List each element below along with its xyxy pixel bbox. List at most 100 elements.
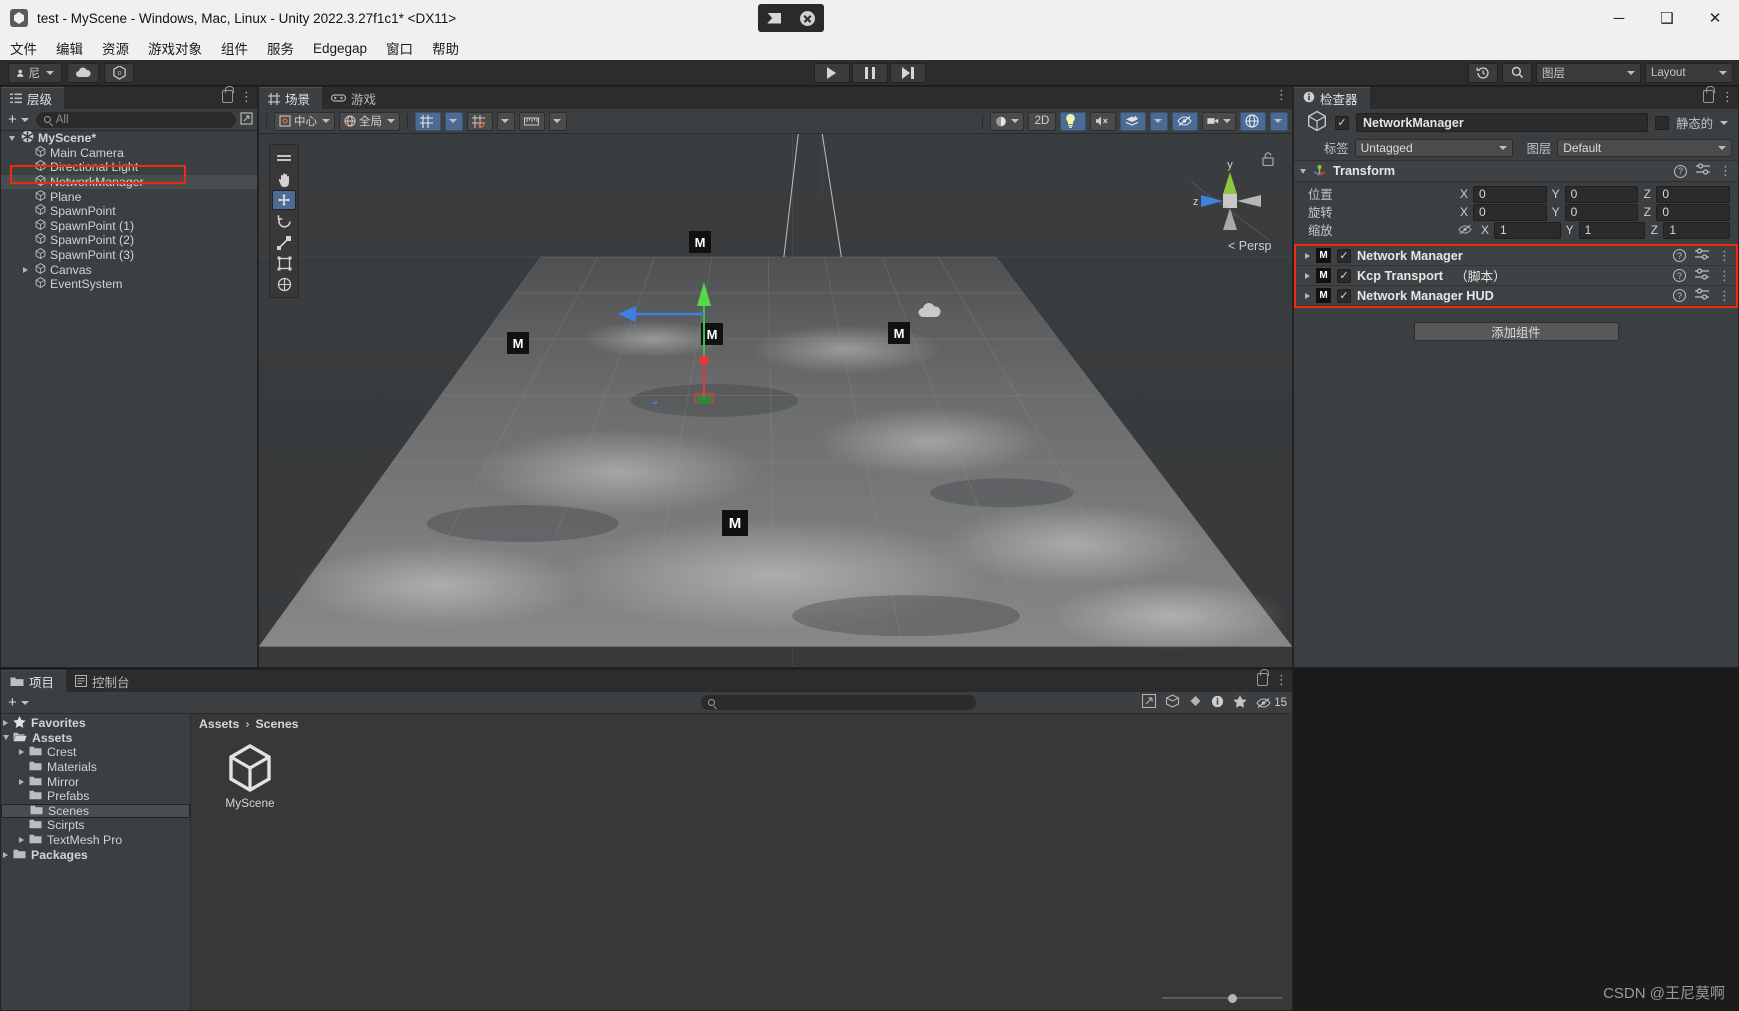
hierarchy-item-eventsystem[interactable]: EventSystem <box>1 277 257 292</box>
chevron-right-icon[interactable] <box>1305 252 1310 259</box>
project-tree-item-favorites[interactable]: Favorites <box>1 715 190 731</box>
filter-by-label-icon[interactable] <box>1211 695 1224 711</box>
chevron-right-icon[interactable] <box>1305 272 1310 279</box>
breadcrumb-item-scenes[interactable]: Scenes <box>255 717 298 731</box>
hierarchy-item-canvas[interactable]: Canvas <box>1 262 257 277</box>
hand-tool[interactable] <box>272 169 296 189</box>
transform-1-z-input[interactable]: 0 <box>1656 203 1731 221</box>
step-button[interactable] <box>889 62 926 83</box>
hierarchy-list[interactable]: MyScene* Main Camera Directional Light Netw… <box>1 131 257 667</box>
flag-icon[interactable] <box>767 12 782 24</box>
component-enabled-checkbox[interactable]: ✓ <box>1337 248 1351 263</box>
transform-0-y-input[interactable]: 0 <box>1564 185 1639 203</box>
hierarchy-search-input[interactable]: All <box>35 111 236 128</box>
project-tree-item-packages[interactable]: Packages <box>1 847 190 862</box>
inspector-menu-icon[interactable]: ⋮ <box>1721 90 1734 103</box>
component-row-network-manager-hud[interactable]: M ✓ Network Manager HUD? ⋮ <box>1296 286 1736 306</box>
component-row-network-manager[interactable]: M ✓ Network Manager? ⋮ <box>1296 246 1736 266</box>
transform-2-x-input[interactable]: 1 <box>1494 221 1561 239</box>
component-enabled-checkbox[interactable]: ✓ <box>1337 268 1351 283</box>
gameobject-name-field[interactable]: NetworkManager <box>1356 113 1649 132</box>
tab-console[interactable]: 控制台 <box>66 670 142 692</box>
component-menu-icon[interactable]: ⋮ <box>1718 269 1731 282</box>
tab-project[interactable]: 项目 <box>1 670 67 692</box>
tag-dropdown[interactable]: Untagged <box>1354 139 1513 157</box>
transform-2-y-input[interactable]: 1 <box>1578 221 1646 239</box>
rotate-tool[interactable] <box>272 211 296 231</box>
gizmo-lock-icon[interactable] <box>1262 152 1274 169</box>
transform-1-x-input[interactable]: 0 <box>1473 203 1547 221</box>
tab-inspector[interactable]: 检查器 <box>1294 87 1370 109</box>
preset-icon[interactable] <box>1695 267 1709 284</box>
hierarchy-menu-icon[interactable]: ⋮ <box>240 90 253 103</box>
grid-snapping-dropdown[interactable] <box>445 111 463 131</box>
move-gizmo-x-axis[interactable] <box>614 302 709 326</box>
hierarchy-search-mode-icon[interactable] <box>240 111 253 128</box>
preset-icon[interactable] <box>1695 287 1709 304</box>
menu-item-3[interactable]: 游戏对象 <box>148 38 202 58</box>
effects-toggle[interactable] <box>1120 111 1146 131</box>
static-checkbox[interactable] <box>1655 115 1670 130</box>
services-button[interactable]: D <box>104 62 134 83</box>
project-tree-item-materials[interactable]: Materials <box>1 760 190 775</box>
window-center-controls[interactable] <box>758 4 824 32</box>
component-row-kcp-transport[interactable]: M ✓ Kcp Transport （脚本）? ⋮ <box>1296 266 1736 286</box>
layout-dropdown[interactable]: Layout <box>1645 62 1733 83</box>
hierarchy-item-plane[interactable]: Plane <box>1 189 257 204</box>
handle-space-toggle[interactable]: 全局 <box>339 111 400 131</box>
chevron-right-icon[interactable] <box>19 749 24 756</box>
layer-dropdown[interactable]: Default <box>1557 139 1732 157</box>
project-create-button[interactable]: + <box>5 694 32 711</box>
gizmos-toggle[interactable] <box>1240 111 1266 131</box>
project-tree-item-scirpts[interactable]: Scirpts <box>1 818 190 833</box>
menu-item-5[interactable]: 服务 <box>267 38 294 58</box>
help-icon[interactable]: ? <box>1673 289 1686 302</box>
snap-increment-toggle[interactable] <box>467 111 493 131</box>
project-search-input[interactable] <box>701 695 976 710</box>
project-tree[interactable]: Favorites Assets Crest Materials Mirror Prefa… <box>1 714 191 1010</box>
chevron-down-icon[interactable] <box>1300 168 1306 174</box>
transform-2-z-input[interactable]: 1 <box>1663 221 1731 239</box>
project-menu-icon[interactable]: ⋮ <box>1275 673 1288 686</box>
breadcrumb-item-assets[interactable]: Assets <box>199 717 239 731</box>
move-tool[interactable] <box>272 190 296 210</box>
lock-icon[interactable] <box>222 86 234 103</box>
chevron-down-icon[interactable] <box>9 135 15 141</box>
menu-item-7[interactable]: 窗口 <box>386 38 413 58</box>
grid-snapping-toggle[interactable] <box>415 111 441 131</box>
hidden-count-badge[interactable]: 15 <box>1256 697 1287 709</box>
hierarchy-item-spawnpoint-3[interactable]: SpawnPoint (3) <box>1 248 257 263</box>
menu-item-0[interactable]: 文件 <box>10 38 37 58</box>
snap-increment-dropdown[interactable] <box>497 111 515 131</box>
scene-camera-dropdown[interactable] <box>1202 111 1236 131</box>
gizmos-dropdown[interactable] <box>1270 111 1288 131</box>
menu-item-6[interactable]: Edgegap <box>313 41 367 56</box>
asset-size-slider[interactable] <box>1162 992 1282 1004</box>
add-gameobject-button[interactable]: + <box>5 111 32 128</box>
hierarchy-item-spawnpoint-1[interactable]: SpawnPoint (1) <box>1 219 257 234</box>
transform-tool[interactable] <box>272 274 296 294</box>
play-button[interactable] <box>813 62 850 83</box>
audio-mute-toggle[interactable] <box>1090 111 1116 131</box>
favorites-filter-icon[interactable] <box>1233 694 1247 711</box>
add-component-button[interactable]: 添加组件 <box>1413 322 1619 341</box>
lighting-toggle[interactable] <box>1060 111 1086 131</box>
chevron-down-icon[interactable] <box>1720 120 1728 125</box>
search-button[interactable] <box>1502 62 1532 83</box>
pause-button[interactable] <box>851 62 888 83</box>
scene-canvas[interactable]: M M M M M y z < Persp <box>259 134 1292 667</box>
close-button[interactable]: ✕ <box>1691 0 1739 36</box>
lock-icon[interactable] <box>1257 669 1269 686</box>
pivot-toggle[interactable]: 中心 <box>274 111 335 131</box>
component-menu-icon[interactable]: ⋮ <box>1718 249 1731 262</box>
project-tree-item-crest[interactable]: Crest <box>1 745 190 760</box>
component-menu-icon[interactable]: ⋮ <box>1718 289 1731 302</box>
breadcrumb[interactable]: Assets › Scenes <box>191 714 1292 734</box>
spawnpoint-gizmo[interactable]: M <box>722 510 748 536</box>
chevron-right-icon[interactable] <box>23 266 28 273</box>
hierarchy-item-main-camera[interactable]: Main Camera <box>1 146 257 161</box>
component-menu-icon[interactable]: ⋮ <box>1719 164 1732 177</box>
chevron-right-icon[interactable] <box>1305 292 1310 299</box>
chevron-right-icon[interactable] <box>3 720 8 727</box>
lock-icon[interactable] <box>1703 86 1715 103</box>
